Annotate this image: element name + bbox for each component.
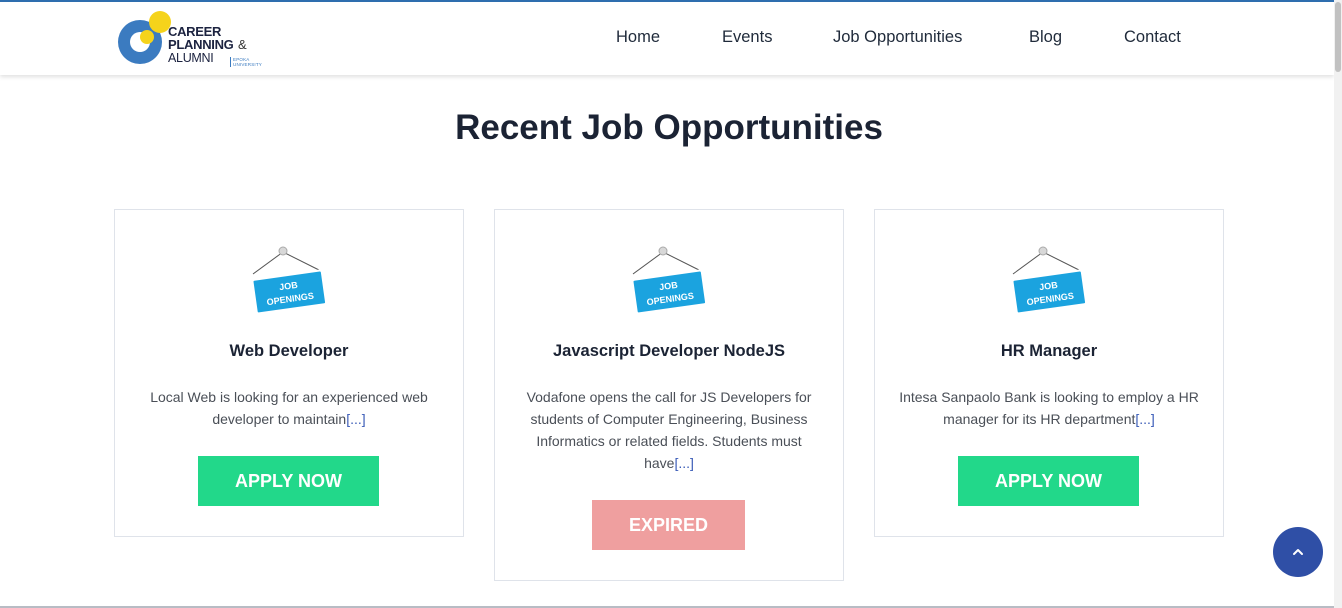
job-card: JOB OPENINGS HR Manager Intesa Sanpaolo … [874, 209, 1224, 537]
job-title: Web Developer [229, 342, 349, 360]
job-description: Intesa Sanpaolo Bank is looking to emplo… [899, 386, 1199, 430]
read-more-link[interactable]: [...] [674, 455, 693, 471]
job-openings-sign-icon: JOB OPENINGS [631, 246, 708, 315]
logo-line-planning: PLANNING [168, 37, 234, 52]
job-openings-sign-icon: JOB OPENINGS [1011, 246, 1088, 315]
nav-item-events[interactable]: Events [722, 28, 772, 47]
logo-ampersand: & [238, 37, 247, 52]
logo-mark-icon [118, 11, 171, 64]
job-description-text: Vodafone opens the call for JS Developer… [526, 389, 812, 471]
read-more-link[interactable]: [...] [1135, 411, 1154, 427]
nav-item-contact[interactable]: Contact [1124, 28, 1181, 47]
job-title: Javascript Developer NodeJS [552, 342, 786, 360]
read-more-link[interactable]: [...] [346, 411, 365, 427]
site-logo[interactable]: CAREER PLANNING ALUMNI & EPOKA UNIVERSIT… [116, 10, 276, 70]
nav-item-home[interactable]: Home [616, 28, 660, 47]
job-card: JOB OPENINGS Javascript Developer NodeJS… [494, 209, 844, 581]
job-description-text: Local Web is looking for an experienced … [150, 389, 428, 427]
nav-item-job-opportunities[interactable]: Job Opportunities [833, 28, 962, 47]
expired-button[interactable]: EXPIRED [592, 500, 745, 550]
apply-now-button[interactable]: APPLY NOW [958, 456, 1139, 506]
chevron-up-icon [1293, 549, 1303, 555]
job-title: HR Manager [1000, 342, 1098, 360]
scrollbar-thumb[interactable] [1335, 2, 1341, 72]
job-description: Local Web is looking for an experienced … [139, 386, 439, 430]
page-title: Recent Job Opportunities [455, 108, 883, 147]
logo-line-alumni: ALUMNI [168, 51, 214, 65]
job-card: JOB OPENINGS Web Developer Local Web is … [114, 209, 464, 537]
job-description: Vodafone opens the call for JS Developer… [519, 386, 819, 474]
scroll-to-top-button[interactable] [1273, 527, 1323, 577]
job-openings-sign-icon: JOB OPENINGS [251, 246, 328, 315]
page-scrollbar[interactable] [1334, 0, 1342, 608]
logo-university: EPOKA UNIVERSITY [230, 57, 276, 67]
logo-text: CAREER PLANNING ALUMNI [168, 25, 234, 65]
nav-item-blog[interactable]: Blog [1029, 28, 1062, 47]
apply-now-button[interactable]: APPLY NOW [198, 456, 379, 506]
site-header: CAREER PLANNING ALUMNI & EPOKA UNIVERSIT… [0, 2, 1334, 75]
